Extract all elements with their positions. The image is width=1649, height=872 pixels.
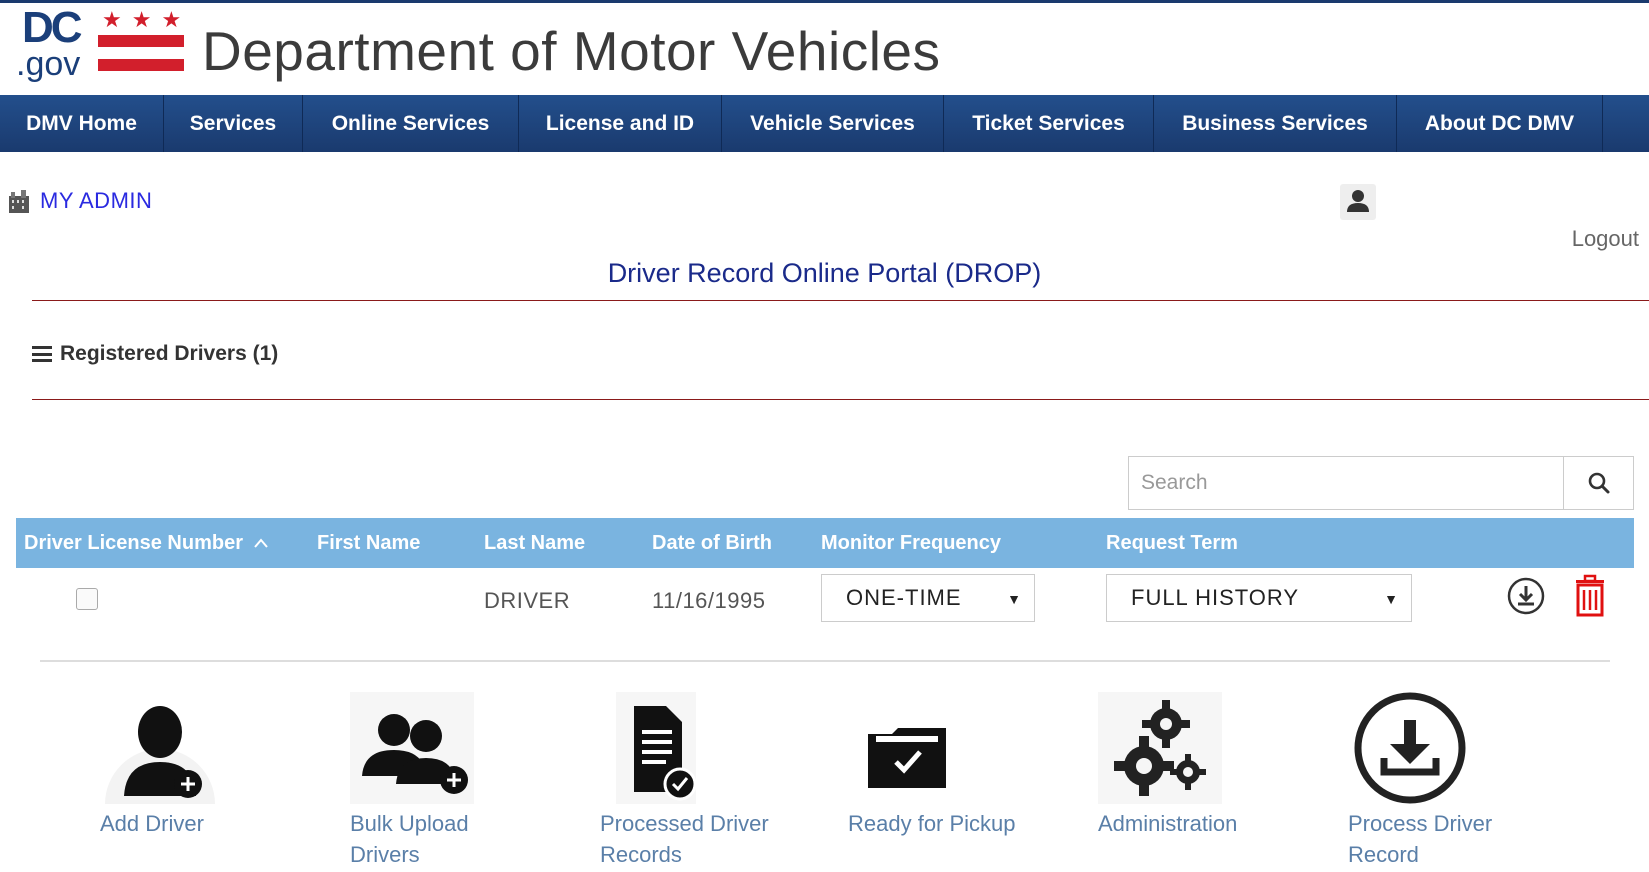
my-admin-link[interactable]: MY ADMIN <box>8 188 152 214</box>
column-header-dob[interactable]: Date of Birth <box>652 532 772 555</box>
add-driver-label: Add Driver <box>100 811 204 836</box>
sort-ascending-icon <box>253 538 268 548</box>
chevron-down-icon: ▼ <box>1007 591 1022 607</box>
document-check-icon <box>600 692 724 804</box>
processed-records-action[interactable]: Processed Driver Records <box>600 692 800 870</box>
row-checkbox[interactable] <box>76 588 98 610</box>
bulk-upload-action[interactable]: Bulk Upload Drivers <box>350 692 550 870</box>
user-icon[interactable] <box>1340 184 1376 220</box>
building-icon <box>9 190 29 213</box>
search-input[interactable] <box>1129 457 1563 509</box>
my-admin-label: MY ADMIN <box>40 188 153 213</box>
column-header-license[interactable]: Driver License Number <box>24 532 269 555</box>
nav-item-about-dc-dmv[interactable]: About DC DMV <box>1397 95 1603 152</box>
main-nav: DMV Home Services Online Services Licens… <box>0 95 1649 152</box>
ready-for-pickup-label: Ready for Pickup <box>848 811 1016 836</box>
search-icon <box>1588 472 1609 494</box>
menu-icon <box>32 346 52 362</box>
download-icon[interactable] <box>1506 576 1546 616</box>
page-title: Driver Record Online Portal (DROP) <box>607 258 1042 288</box>
cell-last-name: DRIVER <box>484 588 571 613</box>
nav-item-business-services[interactable]: Business Services <box>1154 95 1397 152</box>
nav-item-dmv-home[interactable]: DMV Home <box>0 95 164 152</box>
process-driver-record-action[interactable]: Process Driver Record <box>1348 692 1548 870</box>
administration-action[interactable]: Administration <box>1098 692 1298 839</box>
chevron-down-icon: ▼ <box>1384 591 1399 607</box>
divider <box>32 399 1649 400</box>
nav-item-license-and-id[interactable]: License and ID <box>519 95 722 152</box>
divider <box>32 300 1649 301</box>
logo-stripe <box>98 35 184 47</box>
column-header-first-name[interactable]: First Name <box>317 532 420 555</box>
nav-item-services[interactable]: Services <box>164 95 303 152</box>
site-title: Department of Motor Vehicles <box>202 20 941 82</box>
monitor-frequency-select[interactable]: ONE-TIME ▼ <box>821 574 1035 622</box>
bulk-upload-label: Bulk Upload Drivers <box>350 811 469 867</box>
nav-item-online-services[interactable]: Online Services <box>303 95 519 152</box>
column-header-last-name[interactable]: Last Name <box>484 532 585 555</box>
divider <box>40 660 1610 662</box>
request-term-value: FULL HISTORY <box>1131 585 1300 610</box>
process-driver-record-label: Process Driver Record <box>1348 811 1493 867</box>
logo-gov-text: .gov <box>16 45 81 83</box>
registered-drivers-heading[interactable]: Registered Drivers (1) <box>32 342 278 366</box>
add-driver-action[interactable]: Add Driver <box>100 692 300 839</box>
dc-gov-logo[interactable]: DC .gov ★★★ <box>14 3 186 87</box>
cell-dob: 11/16/1995 <box>652 588 766 613</box>
table-header: Driver License Number First Name Last Na… <box>16 518 1634 568</box>
table-row: DRIVER 11/16/1995 ONE-TIME ▼ FULL HISTOR… <box>16 570 1634 650</box>
column-header-monitor-frequency[interactable]: Monitor Frequency <box>821 532 1001 555</box>
search-box <box>1128 456 1634 510</box>
logo-stripe <box>98 59 184 71</box>
request-term-select[interactable]: FULL HISTORY ▼ <box>1106 574 1412 622</box>
group-add-icon <box>350 692 474 804</box>
search-button[interactable] <box>1563 457 1633 509</box>
site-header: DC .gov ★★★ Department of Motor Vehicles <box>0 3 1649 95</box>
administration-label: Administration <box>1098 811 1238 836</box>
monitor-frequency-value: ONE-TIME <box>846 585 962 610</box>
nav-item-ticket-services[interactable]: Ticket Services <box>944 95 1154 152</box>
column-header-request-term[interactable]: Request Term <box>1106 532 1238 555</box>
processed-records-label: Processed Driver Records <box>600 811 769 867</box>
folder-check-icon <box>848 692 972 804</box>
download-circle-icon <box>1348 692 1472 804</box>
ready-for-pickup-action[interactable]: Ready for Pickup <box>848 692 1048 839</box>
logout-link[interactable]: Logout <box>1572 226 1639 252</box>
gears-icon <box>1098 692 1222 804</box>
logo-stars: ★★★ <box>102 7 192 32</box>
trash-icon[interactable] <box>1572 574 1608 618</box>
add-user-icon <box>100 692 224 804</box>
nav-item-vehicle-services[interactable]: Vehicle Services <box>722 95 944 152</box>
registered-drivers-label: Registered Drivers (1) <box>60 342 279 365</box>
